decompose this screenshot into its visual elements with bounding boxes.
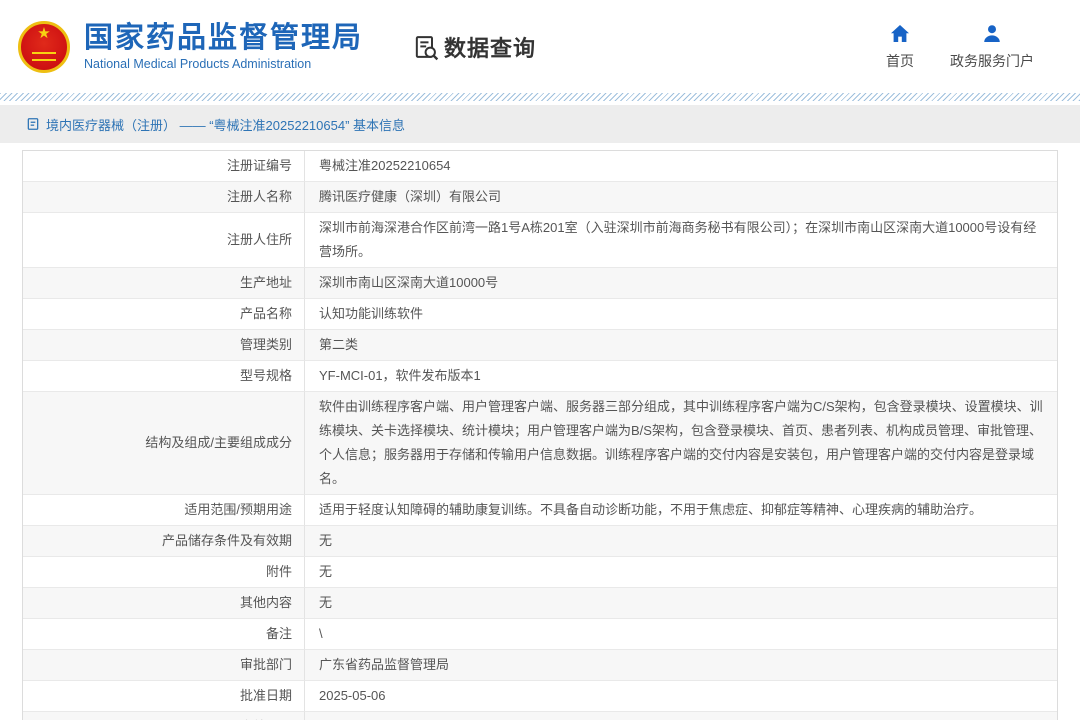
row-value: 认知功能训练软件 — [305, 299, 1057, 330]
row-label: 生产地址 — [23, 268, 305, 299]
emblem-star-icon: ★ — [37, 26, 50, 41]
table-row: 生效日期2025-05-06 — [23, 712, 1057, 720]
row-label: 产品名称 — [23, 299, 305, 330]
table-row: 审批部门广东省药品监督管理局 — [23, 650, 1057, 681]
row-value: 无 — [305, 526, 1057, 557]
row-value: 第二类 — [305, 330, 1057, 361]
nav-item-gov-portal-label: 政务服务门户 — [950, 51, 1034, 71]
row-label: 管理类别 — [23, 330, 305, 361]
table-row: 适用范围/预期用途适用于轻度认知障碍的辅助康复训练。不具备自动诊断功能，不用于焦… — [23, 495, 1057, 526]
row-label: 备注 — [23, 619, 305, 650]
table-row: 其他内容无 — [23, 588, 1057, 619]
row-value: 2025-05-06 — [305, 681, 1057, 712]
table-row: 产品名称认知功能训练软件 — [23, 299, 1057, 330]
breadcrumb-label: 境内医疗器械（注册） —— “粤械注准20252210654” 基本信息 — [46, 115, 405, 134]
row-value: 深圳市南山区深南大道10000号 — [305, 268, 1057, 299]
org-title-cn: 国家药品监督管理局 — [84, 22, 363, 54]
nav-item-home[interactable]: 首页 — [886, 22, 914, 71]
data-query-section-link[interactable]: 数据查询 — [411, 31, 536, 63]
table-row: 产品储存条件及有效期无 — [23, 526, 1057, 557]
document-icon — [26, 117, 40, 131]
row-value: 深圳市前海深港合作区前湾一路1号A栋201室（入驻深圳市前海商务秘书有限公司）；… — [305, 213, 1057, 268]
table-row: 结构及组成/主要组成成分软件由训练程序客户端、用户管理客户端、服务器三部分组成，… — [23, 392, 1057, 495]
row-label: 生效日期 — [23, 712, 305, 720]
row-label: 适用范围/预期用途 — [23, 495, 305, 526]
row-label: 注册人名称 — [23, 182, 305, 213]
row-value: 适用于轻度认知障碍的辅助康复训练。不具备自动诊断功能，不用于焦虑症、抑郁症等精神… — [305, 495, 1057, 526]
table-row: 备注\ — [23, 619, 1057, 650]
row-value: YF-MCI-01，软件发布版本1 — [305, 361, 1057, 392]
row-value: 广东省药品监督管理局 — [305, 650, 1057, 681]
row-label: 审批部门 — [23, 650, 305, 681]
header-divider-stripe — [0, 93, 1080, 101]
nmpa-logo-link[interactable]: ★ 国家药品监督管理局 National Medical Products Ad… — [18, 21, 363, 73]
user-icon — [980, 22, 1004, 46]
table-row: 注册证编号粤械注准20252210654 — [23, 151, 1057, 182]
header-nav: 首页 政务服务门户 — [886, 22, 1034, 71]
breadcrumb: 境内医疗器械（注册） —— “粤械注准20252210654” 基本信息 — [26, 115, 405, 134]
table-row: 附件无 — [23, 557, 1057, 588]
row-label: 批准日期 — [23, 681, 305, 712]
row-value: 软件由训练程序客户端、用户管理客户端、服务器三部分组成，其中训练程序客户端为C/… — [305, 392, 1057, 495]
org-title-block: 国家药品监督管理局 National Medical Products Admi… — [84, 22, 363, 71]
home-icon — [888, 22, 912, 46]
row-value: 粤械注准20252210654 — [305, 151, 1057, 182]
nav-item-gov-portal[interactable]: 政务服务门户 — [950, 22, 1034, 71]
registration-detail-table-wrap: 注册证编号粤械注准20252210654 注册人名称腾讯医疗健康（深圳）有限公司… — [22, 150, 1058, 720]
breadcrumb-bar: 境内医疗器械（注册） —— “粤械注准20252210654” 基本信息 — [0, 105, 1080, 143]
row-label: 型号规格 — [23, 361, 305, 392]
registration-detail-table: 注册证编号粤械注准20252210654 注册人名称腾讯医疗健康（深圳）有限公司… — [22, 150, 1058, 720]
row-label: 注册证编号 — [23, 151, 305, 182]
data-query-icon — [411, 33, 439, 61]
row-value: 腾讯医疗健康（深圳）有限公司 — [305, 182, 1057, 213]
data-query-label: 数据查询 — [444, 31, 536, 63]
table-row: 型号规格YF-MCI-01，软件发布版本1 — [23, 361, 1057, 392]
row-value: 无 — [305, 557, 1057, 588]
row-value: \ — [305, 619, 1057, 650]
row-label: 附件 — [23, 557, 305, 588]
nav-item-home-label: 首页 — [886, 51, 914, 71]
table-row: 注册人名称腾讯医疗健康（深圳）有限公司 — [23, 182, 1057, 213]
emblem-gate-icon — [32, 52, 56, 61]
national-emblem-icon: ★ — [18, 21, 70, 73]
table-row: 注册人住所深圳市前海深港合作区前湾一路1号A栋201室（入驻深圳市前海商务秘书有… — [23, 213, 1057, 268]
org-title-en: National Medical Products Administration — [84, 57, 363, 71]
row-value: 2025-05-06 — [305, 712, 1057, 720]
site-header: ★ 国家药品监督管理局 National Medical Products Ad… — [0, 0, 1080, 93]
table-row: 批准日期2025-05-06 — [23, 681, 1057, 712]
table-row: 管理类别第二类 — [23, 330, 1057, 361]
row-label: 注册人住所 — [23, 213, 305, 268]
table-row: 生产地址深圳市南山区深南大道10000号 — [23, 268, 1057, 299]
row-label: 其他内容 — [23, 588, 305, 619]
row-value: 无 — [305, 588, 1057, 619]
row-label: 结构及组成/主要组成成分 — [23, 392, 305, 495]
row-label: 产品储存条件及有效期 — [23, 526, 305, 557]
